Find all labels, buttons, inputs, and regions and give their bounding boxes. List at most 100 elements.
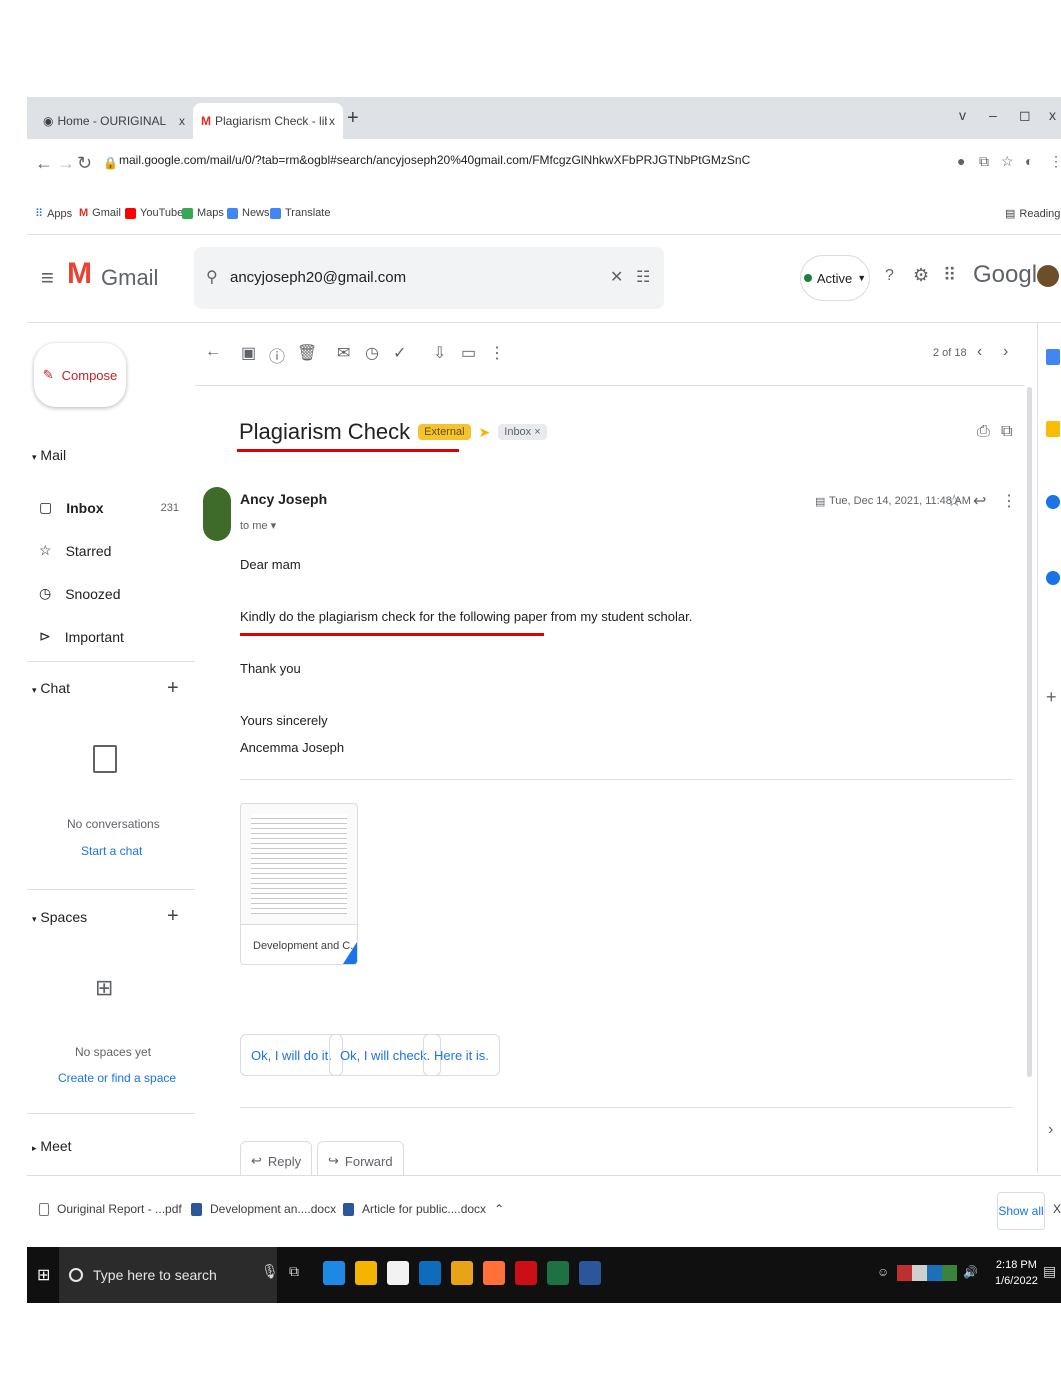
download-item[interactable]: Ouriginal Report - ...pdf ⌃ <box>39 1202 200 1216</box>
task-view-icon[interactable]: ⧉ <box>289 1263 299 1280</box>
google-apps-icon[interactable]: ⠿ <box>943 265 956 286</box>
calendar-icon[interactable] <box>1046 349 1060 365</box>
tab-close-icon[interactable]: x <box>179 114 185 128</box>
inbox-label-chip[interactable]: Inbox × <box>498 424 547 440</box>
new-chat-plus-icon[interactable]: + <box>167 677 179 700</box>
location-icon[interactable]: ● <box>957 153 965 169</box>
tab-ouriginal[interactable]: ◉ Home - OURIGINAL x <box>35 103 193 139</box>
bookmark-translate[interactable]: Translate <box>270 207 330 219</box>
settings-gear-icon[interactable]: ⚙ <box>913 265 929 286</box>
chat-section-toggle[interactable]: ▾ Chat <box>32 680 70 696</box>
sidebar-item-inbox[interactable]: ▢ Inbox 231 <box>39 499 179 516</box>
delete-icon[interactable]: 🗑 <box>297 343 317 363</box>
bookmark-gmail[interactable]: M Gmail <box>79 207 121 219</box>
bookmark-news[interactable]: News <box>227 207 270 219</box>
smart-reply-3[interactable]: Here it is. <box>423 1034 500 1076</box>
archive-icon[interactable]: ▣ <box>241 343 256 363</box>
important-marker-icon[interactable]: ➤ <box>479 424 491 441</box>
mark-unread-icon[interactable]: ✉ <box>337 343 350 363</box>
opera-icon[interactable] <box>515 1261 537 1285</box>
word-icon[interactable] <box>579 1261 601 1285</box>
move-to-icon[interactable]: ⇩ <box>433 343 446 363</box>
address-bar[interactable]: mail.google.com/mail/u/0/?tab=rm&ogbl#se… <box>119 153 750 167</box>
firefox-icon[interactable] <box>483 1261 505 1285</box>
compose-button[interactable]: ✎ Compose <box>34 343 126 407</box>
mail-icon[interactable] <box>419 1261 441 1285</box>
restore-button[interactable]: ◻ <box>1019 107 1031 124</box>
edge-icon[interactable] <box>323 1261 345 1285</box>
tab-close-icon[interactable]: x <box>329 114 335 128</box>
download-item[interactable]: Article for public....docx ⌃ <box>343 1202 504 1216</box>
bookmark-youtube[interactable]: YouTube <box>125 207 183 219</box>
older-chevron-icon[interactable]: › <box>1003 343 1008 361</box>
close-window-button[interactable]: x <box>1049 107 1056 123</box>
spaces-section-toggle[interactable]: ▾ Spaces <box>32 909 87 925</box>
minimize-button[interactable]: – <box>989 107 997 123</box>
clear-search-icon[interactable]: ✕ <box>610 267 623 287</box>
search-icon[interactable]: ⚲ <box>206 267 218 287</box>
volume-icon[interactable]: 🔊 <box>963 1265 978 1279</box>
open-new-window-icon[interactable]: ⧉ <box>1001 423 1012 441</box>
reload-icon[interactable]: ↻ <box>77 153 92 174</box>
store-icon[interactable] <box>387 1261 409 1285</box>
chrome-icon[interactable] <box>451 1261 473 1285</box>
new-space-plus-icon[interactable]: + <box>167 905 179 928</box>
people-icon[interactable]: ☺ <box>877 1265 889 1279</box>
new-tab-button[interactable]: + <box>347 107 359 130</box>
notifications-icon[interactable]: ▤ <box>1043 1263 1056 1280</box>
taskbar-clock[interactable]: 2:18 PM 1/6/2022 <box>995 1257 1038 1289</box>
print-icon[interactable]: ⎙ <box>977 423 990 441</box>
smart-reply-1[interactable]: Ok, I will do it. <box>240 1034 343 1076</box>
meet-section-toggle[interactable]: ▸ Meet <box>32 1138 72 1154</box>
windows-start-icon[interactable]: ⊞ <box>37 1265 50 1285</box>
newer-chevron-icon[interactable]: ‹ <box>977 343 982 361</box>
search-options-icon[interactable]: ☷ <box>636 267 650 287</box>
sidebar-item-starred[interactable]: ☆ Starred <box>39 542 179 559</box>
recipient-toggle[interactable]: to me ▾ <box>240 519 276 532</box>
expand-panel-chevron-icon[interactable]: › <box>1048 1121 1053 1139</box>
bookmark-apps[interactable]: ⠿ Apps <box>35 207 72 221</box>
sidebar-item-important[interactable]: ⊳ Important <box>39 628 179 645</box>
gmail-logo-icon[interactable]: M <box>67 257 92 291</box>
tasks-icon[interactable] <box>1046 495 1060 509</box>
bookmark-maps[interactable]: Maps <box>182 207 224 219</box>
mail-section-toggle[interactable]: ▾ Mail <box>32 447 66 463</box>
snooze-icon[interactable]: ◷ <box>365 343 379 363</box>
show-all-downloads-button[interactable]: Show all <box>997 1192 1045 1230</box>
search-input[interactable]: ancyjoseph20@gmail.com <box>230 269 406 286</box>
search-box[interactable]: ⚲ ancyjoseph20@gmail.com ✕ ☷ <box>194 247 664 309</box>
add-task-icon[interactable]: ✓ <box>393 343 406 363</box>
chevron-up-icon[interactable]: ⌃ <box>494 1202 504 1216</box>
forward-icon[interactable]: → <box>57 153 75 174</box>
more-options-icon[interactable]: ⋮ <box>489 343 505 363</box>
label-icon[interactable]: ▭ <box>461 343 476 363</box>
back-to-list-icon[interactable]: ← <box>205 343 221 361</box>
profile-avatar[interactable]: ◐ <box>1025 153 1033 169</box>
microphone-icon[interactable]: 🎙 <box>261 1263 279 1280</box>
reply-arrow-icon[interactable]: ↩ <box>973 491 986 511</box>
star-message-icon[interactable]: ☆ <box>947 491 961 511</box>
attachment-card[interactable]: Development and C... <box>240 803 358 965</box>
back-icon[interactable]: ← <box>35 153 53 174</box>
excel-icon[interactable] <box>547 1261 569 1285</box>
status-selector[interactable]: Active ▼ <box>800 255 870 301</box>
taskbar-search[interactable]: Type here to search <box>59 1247 277 1303</box>
sender-name[interactable]: Ancy Joseph <box>240 491 327 507</box>
bookmark-star-icon[interactable]: ☆ <box>1001 153 1014 170</box>
tab-search-chevron-icon[interactable]: v <box>959 107 966 123</box>
sender-avatar[interactable] <box>203 487 231 541</box>
account-avatar[interactable] <box>1037 265 1059 287</box>
browser-menu-icon[interactable]: ⋮ <box>1049 153 1061 170</box>
sidebar-item-snoozed[interactable]: ◷ Snoozed <box>39 585 179 602</box>
start-chat-link[interactable]: Start a chat <box>81 844 142 858</box>
download-item[interactable]: Development an....docx ⌃ <box>191 1202 354 1216</box>
help-icon[interactable]: ? <box>885 267 894 285</box>
report-spam-icon[interactable]: ⓘ <box>269 343 285 367</box>
reading-list[interactable]: ▤ Reading list <box>1005 207 1061 221</box>
close-downloads-button[interactable]: X <box>1053 1202 1061 1216</box>
tab-plagiarism-check[interactable]: M Plagiarism Check - library@fatim x <box>193 103 343 139</box>
share-icon[interactable]: ⧉ <box>979 153 989 170</box>
get-addons-plus-icon[interactable]: + <box>1046 687 1057 708</box>
create-space-link[interactable]: Create or find a space <box>58 1071 176 1085</box>
main-menu-icon[interactable]: ≡ <box>41 265 54 291</box>
